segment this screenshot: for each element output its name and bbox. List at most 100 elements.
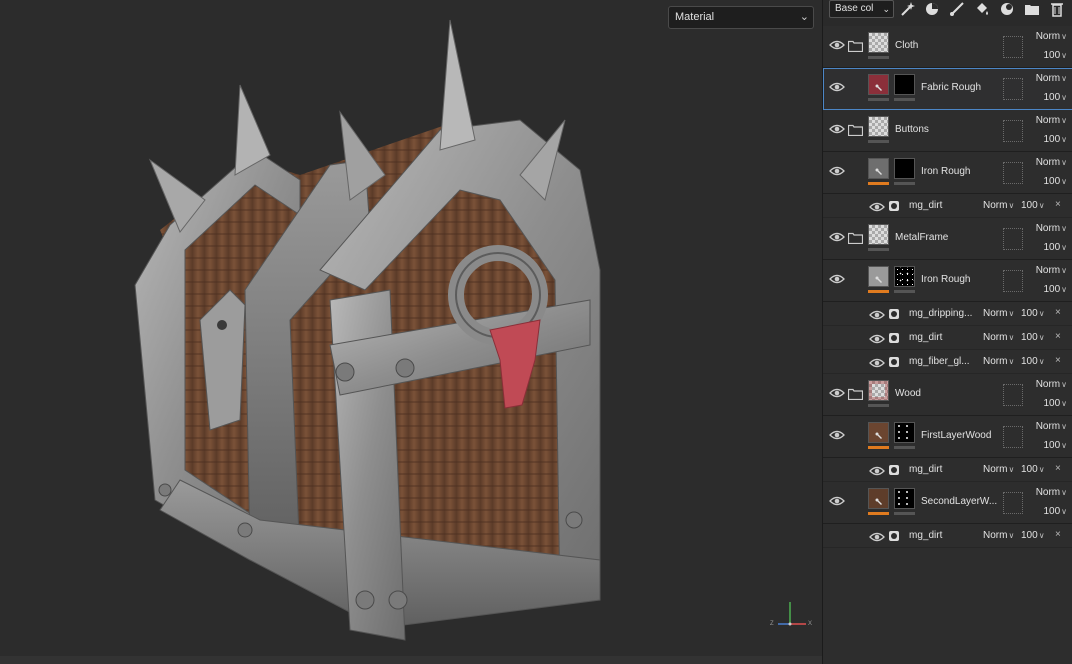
- blend-mode-select[interactable]: Norm∨: [1036, 223, 1067, 234]
- layer-effect-slot[interactable]: [1003, 228, 1023, 250]
- layer-thumbnail: [868, 422, 889, 443]
- mask-blend-select[interactable]: Norm∨: [983, 464, 1014, 475]
- mask-opacity-select[interactable]: 100∨: [1021, 332, 1045, 343]
- treasure-chest-model: [134, 19, 601, 641]
- mask-blend-select[interactable]: Norm∨: [983, 332, 1014, 343]
- new-folder-button[interactable]: [1023, 0, 1041, 18]
- visibility-eye-icon[interactable]: [829, 80, 845, 92]
- visibility-eye-icon[interactable]: [869, 308, 885, 320]
- layer-row[interactable]: Iron Rough Norm∨ 100∨: [823, 260, 1072, 302]
- layer-effect-slot[interactable]: [1003, 492, 1023, 514]
- mask-blend-select[interactable]: Norm∨: [983, 200, 1014, 211]
- blend-mode-select[interactable]: Norm∨: [1036, 157, 1067, 168]
- remove-effect-icon[interactable]: ×: [1055, 463, 1061, 474]
- opacity-select[interactable]: 100∨: [1043, 506, 1067, 517]
- mask-opacity-select[interactable]: 100∨: [1021, 530, 1045, 541]
- axis-gizmo-icon: [778, 602, 806, 626]
- folder-row[interactable]: Buttons Norm∨ 100∨: [823, 110, 1072, 152]
- mask-effect-row[interactable]: mg_dripping... Norm∨ 100∨ ×: [823, 302, 1072, 326]
- visibility-eye-icon[interactable]: [829, 272, 845, 284]
- mask-blend-select[interactable]: Norm∨: [983, 308, 1014, 319]
- mask-opacity-select[interactable]: 100∨: [1021, 308, 1045, 319]
- blend-mode-select[interactable]: Norm∨: [1036, 265, 1067, 276]
- mask-effect-row[interactable]: mg_dirt Norm∨ 100∨ ×: [823, 326, 1072, 350]
- opacity-select[interactable]: 100∨: [1043, 284, 1067, 295]
- opacity-value: 100: [1043, 50, 1061, 61]
- mask-blend-select[interactable]: Norm∨: [983, 356, 1014, 367]
- blend-mode-select[interactable]: Norm∨: [1036, 379, 1067, 390]
- opacity-select[interactable]: 100∨: [1043, 134, 1067, 145]
- layer-row[interactable]: FirstLayerWood Norm∨ 100∨: [823, 416, 1072, 458]
- mask-blend-select[interactable]: Norm∨: [983, 530, 1014, 541]
- layer-row[interactable]: Fabric Rough Norm∨ 100∨: [823, 68, 1072, 110]
- visibility-eye-icon[interactable]: [869, 356, 885, 368]
- folder-row[interactable]: MetalFrame Norm∨ 100∨: [823, 218, 1072, 260]
- mask-effect-row[interactable]: mg_fiber_gl... Norm∨ 100∨ ×: [823, 350, 1072, 374]
- channel-blend-select[interactable]: Base col ⌄: [829, 0, 894, 18]
- add-mask-button[interactable]: [998, 0, 1016, 18]
- layer-effect-slot[interactable]: [1003, 162, 1023, 184]
- painter-app: Material ⌄ Z X Base col ⌄ Cloth Norm∨ 10…: [0, 0, 1072, 664]
- remove-effect-icon[interactable]: ×: [1055, 331, 1061, 342]
- layer-name: Iron Rough: [921, 274, 971, 285]
- visibility-eye-icon[interactable]: [829, 428, 845, 440]
- mask-effect-row[interactable]: mg_dirt Norm∨ 100∨ ×: [823, 194, 1072, 218]
- remove-effect-icon[interactable]: ×: [1055, 307, 1061, 318]
- delete-layer-button[interactable]: [1048, 0, 1066, 18]
- blend-mode-select[interactable]: Norm∨: [1036, 73, 1067, 84]
- smart-material-button[interactable]: [923, 0, 941, 18]
- layer-effect-slot[interactable]: [1003, 120, 1023, 142]
- layer-effect-slot[interactable]: [1003, 78, 1023, 100]
- chevron-down-icon: ⌄: [799, 11, 809, 23]
- mask-opacity-select[interactable]: 100∨: [1021, 356, 1045, 367]
- blend-mode-select[interactable]: Norm∨: [1036, 31, 1067, 42]
- opacity-select[interactable]: 100∨: [1043, 92, 1067, 103]
- layer-effect-slot[interactable]: [1003, 36, 1023, 58]
- mask-bar: [894, 98, 915, 101]
- layer-effect-slot[interactable]: [1003, 426, 1023, 448]
- folder-icon: [847, 123, 864, 137]
- chevron-down-icon: ∨: [1008, 201, 1015, 210]
- mask-effect-name: mg_dirt: [909, 200, 943, 211]
- visibility-eye-icon[interactable]: [829, 230, 845, 242]
- paint-brush-button[interactable]: [948, 0, 966, 18]
- visibility-eye-icon[interactable]: [829, 164, 845, 176]
- mask-opacity-select[interactable]: 100∨: [1021, 200, 1045, 211]
- visibility-eye-icon[interactable]: [829, 386, 845, 398]
- folder-row[interactable]: Cloth Norm∨ 100∨: [823, 26, 1072, 68]
- fill-bucket-button[interactable]: [973, 0, 991, 18]
- blend-mode-value: Norm: [1035, 223, 1061, 234]
- visibility-eye-icon[interactable]: [869, 332, 885, 344]
- visibility-eye-icon[interactable]: [829, 122, 845, 134]
- remove-effect-icon[interactable]: ×: [1055, 199, 1061, 210]
- blend-mode-value: Norm: [1035, 115, 1061, 126]
- visibility-eye-icon[interactable]: [829, 38, 845, 50]
- layer-effect-slot[interactable]: [1003, 384, 1023, 406]
- opacity-select[interactable]: 100∨: [1043, 50, 1067, 61]
- layer-effect-slot[interactable]: [1003, 270, 1023, 292]
- blend-mode-select[interactable]: Norm∨: [1036, 487, 1067, 498]
- magic-wand-button[interactable]: [898, 0, 916, 18]
- folder-row[interactable]: Wood Norm∨ 100∨: [823, 374, 1072, 416]
- mask-opacity-select[interactable]: 100∨: [1021, 464, 1045, 475]
- opacity-select[interactable]: 100∨: [1043, 440, 1067, 451]
- remove-effect-icon[interactable]: ×: [1055, 355, 1061, 366]
- visibility-eye-icon[interactable]: [869, 200, 885, 212]
- mask-effect-row[interactable]: mg_dirt Norm∨ 100∨ ×: [823, 458, 1072, 482]
- layer-row[interactable]: Iron Rough Norm∨ 100∨: [823, 152, 1072, 194]
- mask-effect-row[interactable]: mg_dirt Norm∨ 100∨ ×: [823, 524, 1072, 548]
- visibility-eye-icon[interactable]: [869, 464, 885, 476]
- 3d-viewport[interactable]: Material ⌄ Z X: [0, 0, 822, 664]
- visibility-eye-icon[interactable]: [869, 530, 885, 542]
- blend-mode-select[interactable]: Norm∨: [1036, 115, 1067, 126]
- layer-row[interactable]: SecondLayerW... Norm∨ 100∨: [823, 482, 1072, 524]
- layer-bar: [868, 56, 889, 59]
- opacity-select[interactable]: 100∨: [1043, 176, 1067, 187]
- mask-opacity-value: 100: [1021, 308, 1038, 319]
- opacity-select[interactable]: 100∨: [1043, 398, 1067, 409]
- visibility-eye-icon[interactable]: [829, 494, 845, 506]
- opacity-select[interactable]: 100∨: [1043, 242, 1067, 253]
- remove-effect-icon[interactable]: ×: [1055, 529, 1061, 540]
- blend-mode-select[interactable]: Norm∨: [1036, 421, 1067, 432]
- channel-select[interactable]: Material ⌄: [668, 6, 814, 29]
